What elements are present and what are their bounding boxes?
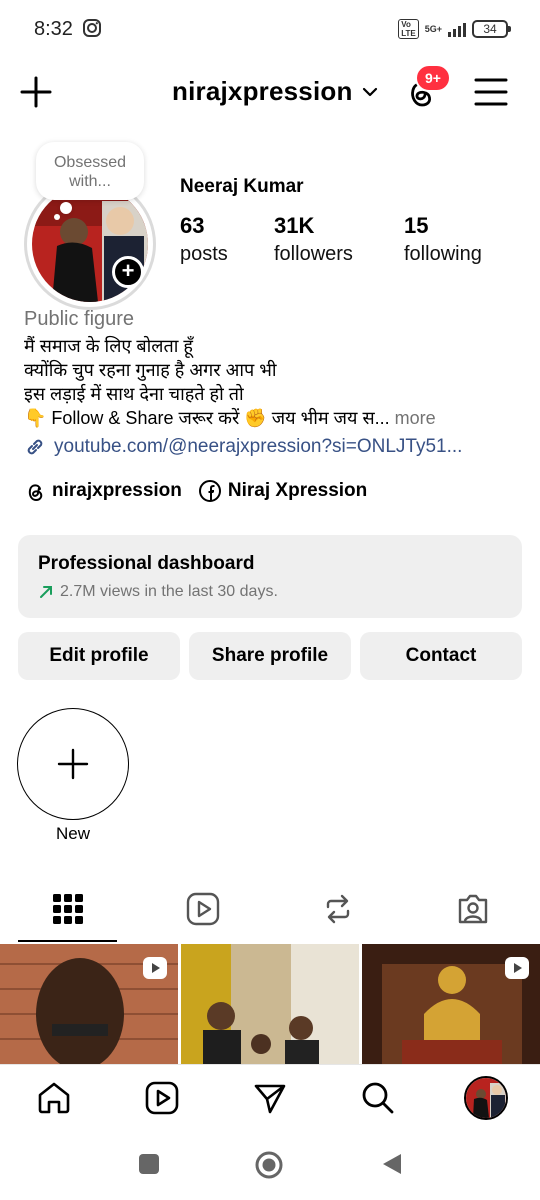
facebook-name: Niraj Xpression: [227, 480, 368, 501]
send-icon: [254, 1084, 286, 1113]
dashboard-subtitle: 2.7M views in the last 30 days.: [38, 583, 502, 601]
stat-following[interactable]: 15 following: [404, 213, 482, 266]
facebook-link[interactable]: Niraj Xpression: [198, 479, 367, 503]
note-bubble-tail-small: [54, 214, 60, 220]
volte-icon: Vo LTE: [398, 19, 419, 39]
notification-badge: 9+: [415, 64, 451, 92]
stat-value: 63: [180, 213, 205, 238]
bio-line-text: 👇 Follow & Share जरूर करें ✊ जय भीम जय स…: [24, 408, 390, 428]
home-button-icon[interactable]: [254, 1150, 284, 1180]
stat-posts[interactable]: 63 posts: [180, 213, 228, 266]
create-plus-icon[interactable]: [18, 74, 54, 110]
status-indicators: Vo LTE 5G+ 34: [398, 18, 511, 40]
reels-icon: [186, 892, 219, 926]
grid-post[interactable]: [181, 944, 359, 1064]
instagram-notification-icon: [83, 19, 101, 37]
dashboard-title: Professional dashboard: [38, 553, 255, 574]
nav-messages[interactable]: [243, 1071, 297, 1125]
bio-line: इस लड़ाई में साथ देना चाहते हो तो: [24, 384, 244, 404]
menu-icon[interactable]: [474, 76, 508, 108]
profile-header: nirajxpression 9+: [0, 60, 540, 130]
dashboard-subtitle-text: 2.7M views in the last 30 days.: [60, 583, 278, 600]
note-bubble-tail: [60, 202, 72, 214]
header-username: nirajxpression: [172, 76, 353, 106]
professional-dashboard[interactable]: Professional dashboard 2.7M views in the…: [18, 535, 522, 618]
search-icon: [362, 1082, 394, 1113]
nav-reels[interactable]: [135, 1071, 189, 1125]
threads-icon: [28, 484, 43, 502]
tab-tagged[interactable]: [405, 876, 540, 942]
grid-post[interactable]: [0, 944, 178, 1064]
tab-reels[interactable]: [135, 876, 270, 942]
status-bar: 8:32 Vo LTE 5G+ 34: [0, 0, 540, 58]
threads-link[interactable]: nirajxpression: [24, 480, 182, 502]
nav-profile-avatar: [464, 1075, 508, 1120]
nav-search[interactable]: [351, 1071, 405, 1125]
tab-reposts[interactable]: [270, 876, 405, 942]
social-links: nirajxpression Niraj Xpression: [24, 479, 367, 503]
system-navigation: [0, 1132, 540, 1200]
bottom-navigation: [0, 1064, 540, 1130]
stat-value: 15: [404, 213, 429, 238]
chevron-down-icon: [362, 87, 377, 96]
add-story-button[interactable]: +: [112, 256, 144, 288]
stat-label: followers: [274, 243, 353, 265]
tab-posts-grid[interactable]: [0, 876, 135, 942]
bio-more-link[interactable]: more: [390, 408, 436, 428]
full-name: Neeraj Kumar: [180, 176, 304, 197]
repost-icon: [326, 894, 349, 924]
recent-apps-icon[interactable]: [137, 1152, 161, 1176]
nav-home[interactable]: [27, 1071, 81, 1125]
plus-icon: [57, 748, 89, 780]
bio-link-text: youtube.com/@neerajxpression?si=ONLJTy51…: [54, 436, 463, 457]
bio: मैं समाज के लिए बोलता हूँ क्योंकि चुप रह…: [24, 334, 524, 430]
battery-icon: 34: [472, 20, 511, 38]
profile-actions: Edit profile Share profile Contact: [18, 632, 522, 680]
back-icon[interactable]: [380, 1152, 404, 1176]
home-icon: [38, 1082, 70, 1113]
bio-line-last: 👇 Follow & Share जरूर करें ✊ जय भीम जय स…: [24, 406, 524, 430]
posts-grid: [0, 944, 540, 1064]
note-bubble[interactable]: Obsessed with...: [36, 142, 144, 200]
bio-line: क्योंकि चुप रहना गुनाह है अगर आप भी: [24, 360, 277, 380]
network-type: 5G+: [424, 23, 442, 34]
status-time: 8:32: [34, 18, 73, 40]
stat-followers[interactable]: 31K followers: [274, 213, 353, 266]
reel-indicator-icon: [505, 957, 529, 979]
grid-post[interactable]: [362, 944, 540, 1064]
threads-handle: nirajxpression: [52, 480, 182, 501]
bio-link[interactable]: youtube.com/@neerajxpression?si=ONLJTy51…: [24, 436, 462, 458]
reel-indicator-icon: [143, 957, 167, 979]
nav-profile[interactable]: [459, 1071, 513, 1125]
account-switcher[interactable]: nirajxpression: [172, 76, 379, 107]
share-profile-button[interactable]: Share profile: [189, 632, 351, 680]
stat-label: posts: [180, 243, 228, 265]
edit-profile-button[interactable]: Edit profile: [18, 632, 180, 680]
new-highlight-button[interactable]: [17, 708, 129, 820]
reels-icon: [145, 1081, 179, 1114]
content-tabs: [0, 876, 540, 942]
new-highlight-label: New: [55, 824, 90, 843]
stat-label: following: [404, 243, 482, 265]
category-label: Public figure: [24, 308, 135, 330]
avatar-photo: [466, 1077, 506, 1118]
grid-icon: [52, 894, 83, 924]
stat-value: 31K: [274, 213, 315, 238]
link-icon: [27, 439, 43, 455]
bio-line: मैं समाज के लिए बोलता हूँ: [24, 336, 193, 356]
signal-icon: [448, 21, 466, 37]
facebook-icon: [198, 480, 221, 502]
tagged-icon: [458, 894, 487, 924]
post-thumbnail: [181, 944, 359, 1064]
contact-button[interactable]: Contact: [360, 632, 522, 680]
trend-up-icon: [40, 586, 52, 598]
